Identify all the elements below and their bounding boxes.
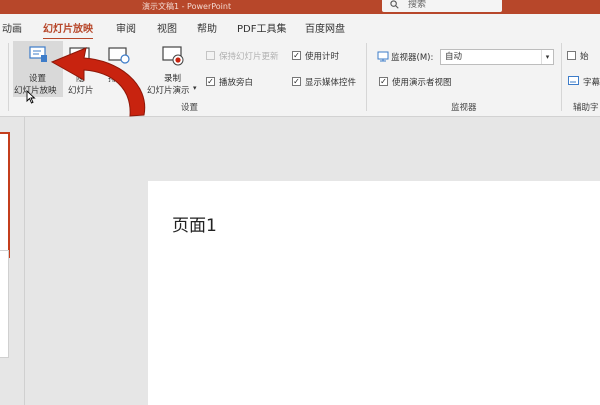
title-bar: 演示文稿1 - PowerPoint 搜索 [0,0,600,14]
record-icon [162,46,184,66]
ribbon: 设置 幻灯片放映 隐 幻灯片 排 录制 幻灯片演示 ▾ 保持幻灯片更新 ✓ 播放… [0,39,600,117]
use-timings-checkbox[interactable]: ✓ [292,51,301,60]
chevron-down-icon: ▾ [193,84,197,92]
keep-updated-checkbox[interactable] [206,51,215,60]
monitor-icon [377,51,389,62]
hide-slide-button[interactable]: 隐 幻灯片 [66,41,100,97]
mouse-cursor-icon [26,90,36,104]
monitor-group-label: 监视器 [451,103,477,113]
group-separator [8,43,9,111]
group-separator [366,43,367,111]
ribbon-tabs: 动画 幻灯片放映 审阅 视图 帮助 PDF工具集 百度网盘 [0,14,600,40]
presenter-view-label: 使用演示者视图 [392,78,452,88]
hide-slide-label-2: 幻灯片 [68,86,94,96]
search-input[interactable]: 搜索 [382,0,502,12]
window-title: 演示文稿1 - PowerPoint [142,2,232,11]
tab-review[interactable]: 审阅 [116,20,136,35]
tab-view[interactable]: 视图 [157,20,177,35]
record-label-2: 幻灯片演示 [147,86,190,96]
setup-group-label: 设置 [181,103,199,113]
slide-thumbnail-1[interactable] [0,132,10,258]
monitor-select[interactable]: 自动 ▾ [440,49,554,65]
tab-help[interactable]: 帮助 [197,20,217,35]
setup-slideshow-label: 设置 [29,74,47,84]
slide-title-text[interactable]: 页面1 [172,211,217,236]
search-label: 搜索 [408,0,427,10]
slide-thumbnail-2[interactable] [0,250,9,358]
record-slideshow-button[interactable]: 录制 幻灯片演示 ▾ [146,41,200,97]
rehearse-timings-button[interactable]: 排 [104,41,138,97]
captions-group-label: 辅助字 [573,103,599,113]
show-media-controls-checkbox[interactable]: ✓ [292,77,301,86]
keep-updated-label: 保持幻灯片更新 [219,52,279,62]
play-narrations-label: 播放旁白 [219,78,254,88]
subtitle-settings-label: 字幕 [583,78,600,88]
rehearse-timings-label: 排 [108,74,117,84]
tab-baidu-netdisk[interactable]: 百度网盘 [305,20,345,35]
rehearse-timings-icon [108,47,130,64]
hide-slide-label: 隐 [76,74,85,84]
subtitle-settings-icon [568,76,579,85]
setup-slideshow-icon [29,46,47,62]
monitor-value: 自动 [445,52,463,62]
hide-slide-icon [69,47,90,62]
always-use-subtitles-checkbox[interactable] [567,51,576,60]
slide-thumbnail-pane [0,117,24,405]
chevron-down-icon: ▾ [541,50,553,64]
setup-slideshow-button[interactable]: 设置 幻灯片放映 [13,41,63,97]
slide-canvas[interactable]: 页面1 [148,181,600,405]
monitor-label: 监视器(M): [391,53,434,63]
tab-slide-show[interactable]: 幻灯片放映 [43,20,93,40]
tab-animations[interactable]: 动画 [2,20,22,35]
show-media-controls-label: 显示媒体控件 [305,78,357,88]
pane-divider[interactable] [24,117,25,405]
tab-pdf-tools[interactable]: PDF工具集 [237,20,286,35]
presenter-view-checkbox[interactable]: ✓ [379,77,388,86]
always-use-subtitles-label: 始 [580,52,589,62]
group-separator [561,43,562,111]
record-label: 录制 [164,74,182,84]
search-icon [390,0,399,9]
play-narrations-checkbox[interactable]: ✓ [206,77,215,86]
use-timings-label: 使用计时 [305,52,340,62]
